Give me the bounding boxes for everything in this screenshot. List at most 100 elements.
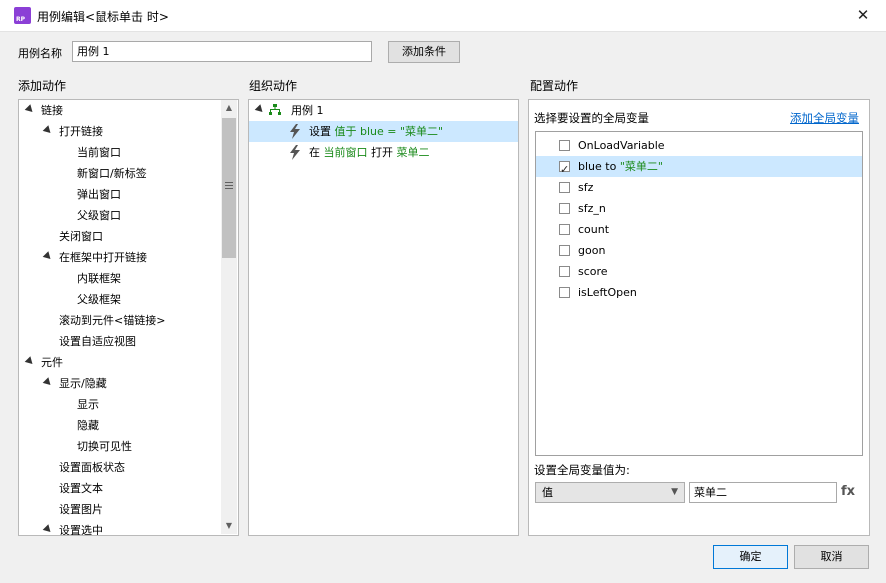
action-tree-item-label: 切换可见性 xyxy=(77,440,132,453)
expand-triangle-icon[interactable] xyxy=(42,125,54,136)
action-tree-item[interactable]: 隐藏 xyxy=(19,415,219,436)
value-type-selected: 值 xyxy=(542,486,553,499)
action-tree-item[interactable]: 当前窗口 xyxy=(19,142,219,163)
add-actions-tree[interactable]: 链接打开链接当前窗口新窗口/新标签 弹出窗口父级窗口关闭窗口在框架中打开链接内联框… xyxy=(18,99,239,536)
variable-name: goon xyxy=(578,244,606,257)
action-row-set-variable[interactable]: 设置 值于 blue = "菜单二" xyxy=(249,121,518,142)
action-tree-item-label: 隐藏 xyxy=(77,419,99,432)
variable-label: score xyxy=(578,261,608,282)
action-target: 当前窗口 xyxy=(323,146,368,159)
organize-actions-tree[interactable]: 用例 1 设置 值于 blue = "菜单二" 在 当前窗口 打开 菜单二 xyxy=(248,99,519,536)
expand-triangle-icon[interactable] xyxy=(254,104,266,115)
add-actions-header: 添加动作 xyxy=(18,79,67,93)
variable-checkbox[interactable] xyxy=(559,287,570,298)
action-tree-item[interactable]: 设置图片 xyxy=(19,499,219,520)
variable-label: sfz xyxy=(578,177,593,198)
scrollbar-grip-icon xyxy=(225,182,233,190)
action-tree-item[interactable]: 显示/隐藏 xyxy=(19,373,219,394)
case-name-label: 用例名称 xyxy=(18,47,62,60)
lightning-icon xyxy=(290,124,300,139)
case-tree-icon xyxy=(269,104,281,115)
action-tree-item[interactable]: 设置文本 xyxy=(19,478,219,499)
ok-button[interactable]: 确定 xyxy=(713,545,788,569)
variable-row[interactable]: OnLoadVariable xyxy=(536,135,862,156)
action-tree-item[interactable]: 元件 xyxy=(19,352,219,373)
variable-row[interactable]: score xyxy=(536,261,862,282)
cancel-button[interactable]: 取消 xyxy=(794,545,869,569)
action-tree-item[interactable]: 设置自适应视图 xyxy=(19,331,219,352)
case-name-input[interactable]: 用例 1 xyxy=(72,41,372,62)
action-tree-item-label: 父级窗口 xyxy=(77,209,121,222)
expand-triangle-icon[interactable] xyxy=(42,251,54,262)
add-condition-button[interactable]: 添加条件 xyxy=(388,41,460,63)
variable-checkbox[interactable] xyxy=(559,245,570,256)
variable-row[interactable]: goon xyxy=(536,240,862,261)
variable-name: count xyxy=(578,223,610,236)
variable-checkbox[interactable] xyxy=(559,266,570,277)
expand-triangle-icon[interactable] xyxy=(42,524,54,535)
expand-triangle-icon[interactable] xyxy=(24,104,36,115)
app-icon-text: RP xyxy=(16,16,26,23)
variable-name: sfz_n xyxy=(578,202,606,215)
variable-checkbox[interactable] xyxy=(559,182,570,193)
variable-label: goon xyxy=(578,240,605,261)
action-tree-item-label: 当前窗口 xyxy=(77,146,121,159)
variable-row[interactable]: sfz xyxy=(536,177,862,198)
variable-checkbox[interactable] xyxy=(559,224,570,235)
scroll-up-icon[interactable]: ▲ xyxy=(221,101,237,115)
organize-actions-header: 组织动作 xyxy=(249,79,298,93)
action-prefix: 设置 xyxy=(309,125,335,138)
action-tree-item-label: 元件 xyxy=(41,356,63,369)
variable-name: OnLoadVariable xyxy=(578,139,665,152)
lightning-icon xyxy=(290,145,300,160)
action-prefix: 在 xyxy=(309,146,324,159)
action-detail: 值于 blue = "菜单二" xyxy=(334,125,444,138)
action-row-open-link[interactable]: 在 当前窗口 打开 菜单二 xyxy=(249,142,518,163)
action-tree-item[interactable]: 在框架中打开链接 xyxy=(19,247,219,268)
action-tree-item-label: 设置选中 xyxy=(59,524,103,536)
variable-checkbox[interactable] xyxy=(559,140,570,151)
variable-checkbox[interactable] xyxy=(559,203,570,214)
chevron-down-icon: ▼ xyxy=(671,487,678,497)
variable-row[interactable]: sfz_n xyxy=(536,198,862,219)
action-tree-item-label: 在框架中打开链接 xyxy=(59,251,147,264)
action-tree-item[interactable]: 滚动到元件<锚链接> xyxy=(19,310,219,331)
action-tree-item[interactable]: 父级窗口 xyxy=(19,205,219,226)
variable-row[interactable]: count xyxy=(536,219,862,240)
action-tree-item[interactable]: 设置选中 xyxy=(19,520,219,536)
variable-value: "菜单二" xyxy=(619,160,663,173)
set-value-label: 设置全局变量值为: xyxy=(534,463,630,477)
action-tree-item[interactable]: 设置面板状态 xyxy=(19,457,219,478)
variable-list[interactable]: OnLoadVariable blue to "菜单二" sfz sfz_ncount… xyxy=(535,131,863,456)
variable-row[interactable]: blue to "菜单二" xyxy=(536,156,862,180)
value-type-select[interactable]: 值 ▼ xyxy=(535,482,685,503)
action-tree-item[interactable]: 打开链接 xyxy=(19,121,219,142)
variable-name: sfz xyxy=(578,181,594,194)
variable-row[interactable]: isLeftOpen xyxy=(536,282,862,303)
close-icon[interactable]: ✕ xyxy=(852,5,874,25)
add-global-variable-link[interactable]: 添加全局变量 xyxy=(790,110,859,126)
action-tree-item[interactable]: 内联框架 xyxy=(19,268,219,289)
action-tree-item-label: 打开链接 xyxy=(59,125,103,138)
action-tree-item[interactable]: 父级框架 xyxy=(19,289,219,310)
action-tree-item-label: 内联框架 xyxy=(77,272,121,285)
expand-triangle-icon[interactable] xyxy=(24,356,36,367)
fx-button[interactable]: fx xyxy=(841,484,855,499)
case-node[interactable]: 用例 1 xyxy=(249,100,518,121)
expand-triangle-icon[interactable] xyxy=(42,377,54,388)
action-tree-item[interactable]: 关闭窗口 xyxy=(19,226,219,247)
action-tree-item[interactable]: 链接 xyxy=(19,100,219,121)
action-tree-item-label: 弹出窗口 xyxy=(77,188,121,201)
action-tree-item[interactable]: 弹出窗口 xyxy=(19,184,219,205)
scroll-down-icon[interactable]: ▼ xyxy=(221,519,237,533)
action-tree-item-label: 设置自适应视图 xyxy=(59,335,136,348)
action-tree-item-label: 新窗口/新标签 xyxy=(77,167,147,180)
action-tree-item[interactable]: 显示 xyxy=(19,394,219,415)
action-tree-item[interactable]: 新窗口/新标签 xyxy=(19,163,219,184)
action-tree-item-label: 滚动到元件<锚链接> xyxy=(59,314,166,327)
value-input[interactable]: 菜单二 xyxy=(689,482,837,503)
axure-app-icon: RP xyxy=(14,7,31,24)
variable-checkbox[interactable] xyxy=(559,159,570,180)
action-tree-item[interactable]: 切换可见性 xyxy=(19,436,219,457)
action-tree-item-label: 设置文本 xyxy=(59,482,103,495)
